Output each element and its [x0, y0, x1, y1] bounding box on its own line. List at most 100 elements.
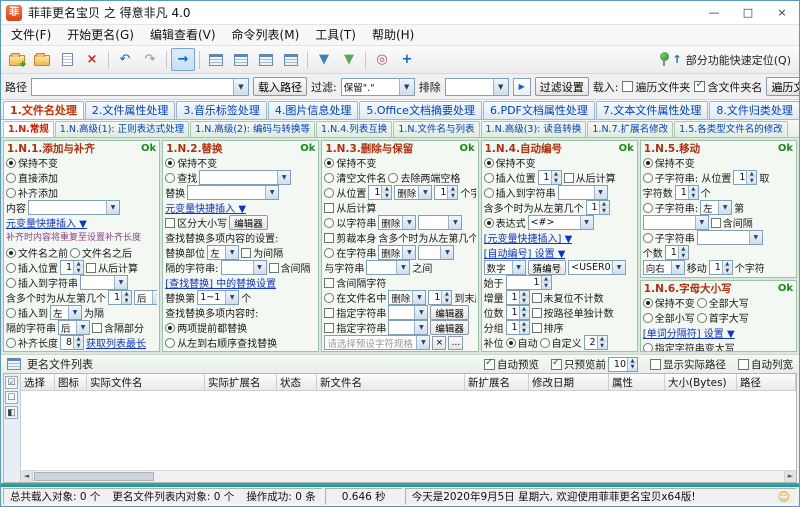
- radio-direct-add[interactable]: 直接添加: [6, 170, 58, 185]
- number-type-combo[interactable]: 数字 ▼: [483, 260, 526, 275]
- spinner[interactable]: 1 ▲ ▼: [108, 290, 132, 305]
- maximize-button[interactable]: □: [731, 1, 765, 24]
- column-header-7[interactable]: 新扩展名: [465, 374, 529, 391]
- combo-box[interactable]: ▼: [696, 230, 763, 245]
- replace-combo[interactable]: ▼: [187, 185, 280, 200]
- radio-keep-unchanged[interactable]: 保持不变: [642, 155, 695, 170]
- combo-box[interactable]: ▼: [388, 320, 429, 335]
- path-combo[interactable]: ▼: [31, 77, 249, 96]
- start-rename-icon[interactable]: →: [171, 48, 195, 71]
- radio-insert-to-string[interactable]: 插入到字符串: [6, 275, 78, 290]
- clear-list-icon[interactable]: ×: [80, 48, 104, 71]
- combo-box[interactable]: 左 ▼: [50, 305, 82, 320]
- checkbox-count-per-path[interactable]: 按路径单独计数: [531, 305, 614, 320]
- main-tab-3[interactable]: 3.音乐标签处理: [176, 101, 267, 119]
- dropdown-arrow-icon[interactable]: ▼: [694, 216, 708, 229]
- radio-find[interactable]: 查找: [165, 170, 197, 185]
- spinner[interactable]: 1 ▲ ▼: [537, 170, 562, 185]
- dropdown-arrow-icon[interactable]: ▼: [225, 246, 239, 259]
- sub-tab-3[interactable]: 1.N.高级(2): 编码与转换等: [190, 121, 316, 137]
- dropdown-arrow-icon[interactable]: ▼: [670, 261, 684, 274]
- scroll-right-icon[interactable]: ►: [784, 471, 796, 482]
- column-header-10[interactable]: 大小(Bytes): [665, 374, 737, 391]
- radio-expression[interactable]: 表达式: [483, 215, 526, 230]
- dropdown-arrow-icon[interactable]: ▼: [748, 231, 762, 244]
- spin-down-icon[interactable]: ▼: [519, 297, 529, 304]
- spinner[interactable]: 1 ▲ ▼: [505, 305, 530, 320]
- dropdown-arrow-icon[interactable]: ▼: [225, 291, 239, 304]
- dropdown-arrow-icon[interactable]: ▼: [448, 216, 462, 229]
- column-header-6[interactable]: 新文件名: [317, 374, 465, 391]
- radio-keep-unchanged[interactable]: 保持不变: [642, 295, 695, 310]
- add-folder-icon[interactable]: [30, 48, 54, 71]
- menu-command-list[interactable]: 命令列表(M): [224, 26, 308, 45]
- main-tab-7[interactable]: 7.文本文件属性处理: [595, 101, 709, 119]
- checkbox-count-from-end[interactable]: 从后计算: [86, 260, 138, 275]
- radio-keep-unchanged[interactable]: 保持不变: [6, 155, 58, 170]
- checkbox-show-real-path[interactable]: 显示实际路径: [650, 357, 726, 372]
- spin-down-icon[interactable]: ▼: [74, 342, 83, 349]
- load-path-button[interactable]: 载入路径: [253, 77, 307, 96]
- spinner[interactable]: 1 ▲ ▼: [664, 245, 689, 260]
- user-var-combo[interactable]: <USER0>▼: [568, 260, 627, 275]
- radio-pad-add[interactable]: 补齐添加: [6, 185, 58, 200]
- spin-down-icon[interactable]: ▼: [722, 267, 732, 274]
- checkbox-include-gap[interactable]: 含间隔: [268, 260, 311, 275]
- spinner[interactable]: 1 ▲ ▼: [428, 290, 453, 305]
- list-view-icon[interactable]: [204, 48, 228, 71]
- report-view-icon[interactable]: [229, 48, 253, 71]
- main-tab-2[interactable]: 2.文件属性处理: [84, 101, 176, 119]
- dropdown-arrow-icon[interactable]: ▼: [579, 216, 593, 229]
- spin-down-icon[interactable]: ▼: [519, 312, 529, 319]
- checkbox-case-sensitive[interactable]: 区分大小写: [165, 215, 227, 230]
- column-header-11[interactable]: 路径: [737, 374, 796, 391]
- horizontal-scrollbar[interactable]: ◄ ►: [21, 470, 796, 482]
- combo-box[interactable]: 左 ▼: [207, 245, 240, 260]
- radio-all-lower[interactable]: 全部小写: [642, 310, 695, 325]
- main-tab-6[interactable]: 6.PDF文档属性处理: [482, 101, 595, 119]
- column-settings-icon[interactable]: [254, 48, 278, 71]
- combo-box[interactable]: ▼: [557, 185, 608, 200]
- find-combo[interactable]: ▼: [199, 170, 292, 185]
- radio-all-upper[interactable]: 全部大写: [696, 295, 749, 310]
- combo-box[interactable]: 删除 ▼: [378, 215, 417, 230]
- dropdown-arrow-icon[interactable]: ▼: [114, 276, 127, 289]
- editor-button[interactable]: 编辑器: [430, 320, 469, 335]
- sub-tab-6[interactable]: 1.N.高级(3): 读音转换: [480, 121, 587, 137]
- radio-insert-to-string[interactable]: 插入到字符串: [483, 185, 556, 200]
- main-tab-1[interactable]: 1.文件名处理: [3, 101, 84, 119]
- checkbox-include-gap[interactable]: 含间隔: [710, 215, 753, 230]
- editor-button[interactable]: 编辑器: [430, 305, 469, 320]
- dropdown-arrow-icon[interactable]: ▼: [612, 261, 626, 274]
- load-list-icon[interactable]: [55, 48, 79, 71]
- checkbox-count-from-end[interactable]: 从后计算: [324, 200, 376, 215]
- dropdown-arrow-icon[interactable]: ▼: [412, 291, 426, 304]
- column-header-4[interactable]: 实际扩展名: [205, 374, 277, 391]
- radio-keep-unchanged[interactable]: 保持不变: [165, 155, 217, 170]
- radio-pad-length[interactable]: 补齐长度: [6, 335, 58, 350]
- add-files-icon[interactable]: +: [5, 48, 29, 71]
- dropdown-arrow-icon[interactable]: ▼: [416, 336, 430, 349]
- meta-var-insert-link[interactable]: 元变量快捷插入 ▼: [6, 215, 87, 230]
- menu-edit-view[interactable]: 编辑查看(V): [142, 26, 224, 45]
- refresh-view-icon[interactable]: [279, 48, 303, 71]
- column-header-2[interactable]: 图标: [55, 374, 87, 391]
- dropdown-arrow-icon[interactable]: ▼: [396, 261, 410, 274]
- menu-file[interactable]: 文件(F): [3, 26, 59, 45]
- dropdown-arrow-icon[interactable]: ▼: [511, 261, 525, 274]
- filter-icon[interactable]: ▼: [312, 48, 336, 71]
- dropdown-arrow-icon[interactable]: ▼: [76, 321, 89, 334]
- spin-down-icon[interactable]: ▼: [519, 327, 529, 334]
- combo-box[interactable]: ▼: [388, 305, 429, 320]
- checkbox-include-gap-chars[interactable]: 含间隔字符: [324, 275, 386, 290]
- radio-pad-auto[interactable]: 自动: [505, 335, 538, 350]
- dropdown-arrow-icon[interactable]: ▼: [440, 246, 454, 259]
- spinner[interactable]: 1 ▲ ▼: [585, 200, 610, 215]
- sub-tab-2[interactable]: 1.N.高级(1): 正则表达式处理: [54, 121, 190, 137]
- radio-specified-upper[interactable]: 指定字符串变大写: [642, 340, 735, 351]
- column-header-9[interactable]: 属性: [609, 374, 665, 391]
- checkbox-include-sep[interactable]: 含隔部分: [92, 320, 144, 335]
- radio-pad-custom[interactable]: 自定义: [539, 335, 582, 350]
- combo-box[interactable]: 删除 ▼: [388, 290, 427, 305]
- radio-by-string[interactable]: 以字符串: [324, 215, 376, 230]
